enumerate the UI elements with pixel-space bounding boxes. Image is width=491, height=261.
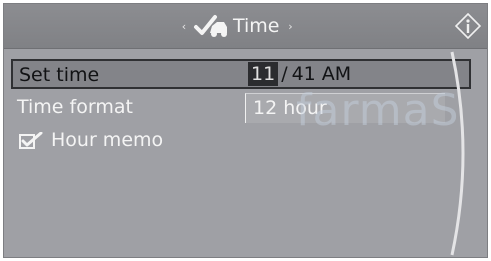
time-separator: / <box>281 63 288 85</box>
time-format-label: Time format <box>17 96 133 118</box>
page-title: Time <box>233 15 280 37</box>
minutes-field[interactable]: 41 <box>292 63 316 85</box>
next-arrow-icon[interactable]: › <box>286 20 296 33</box>
set-time-label: Set time <box>19 64 100 86</box>
checkbox-checked-icon[interactable] <box>19 132 43 150</box>
ampm-field[interactable]: AM <box>322 63 351 85</box>
display-screen: ‹ Time › Set time 11 / 41 AM Time format… <box>3 3 488 258</box>
watermark: farmaS <box>296 85 460 136</box>
car-checkmark-icon <box>194 15 227 37</box>
previous-arrow-icon[interactable]: ‹ <box>179 20 189 33</box>
hours-field[interactable]: 11 <box>248 62 279 86</box>
info-icon[interactable] <box>455 13 481 39</box>
title-group: ‹ Time › <box>179 12 296 40</box>
hour-memo-label: Hour memo <box>51 129 164 151</box>
time-value[interactable]: 11 / 41 AM <box>248 61 351 87</box>
scroll-arc-indicator <box>450 51 465 256</box>
title-bar: ‹ Time › <box>4 4 487 49</box>
